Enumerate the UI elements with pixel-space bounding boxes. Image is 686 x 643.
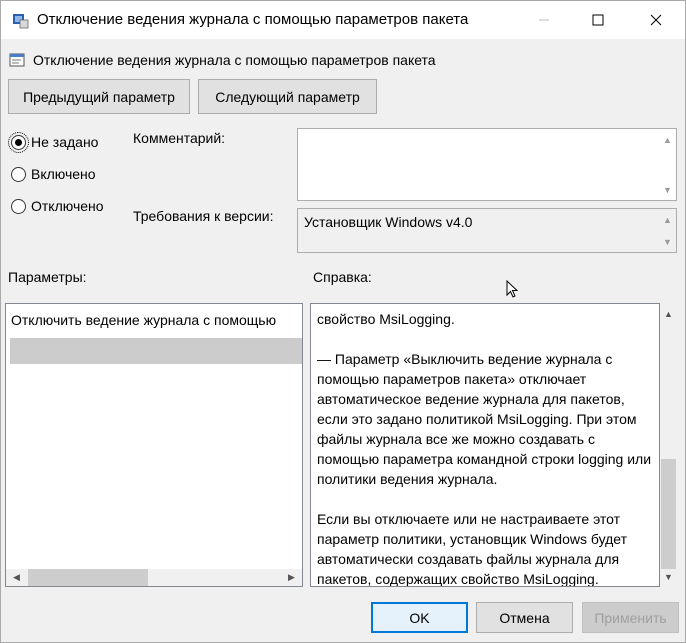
- next-setting-button[interactable]: Следующий параметр: [198, 79, 377, 114]
- param-item: Отключить ведение журнала с помощью: [11, 312, 277, 328]
- hscroll-thumb[interactable]: [28, 569, 148, 586]
- scroll-down-icon[interactable]: ▼: [660, 568, 677, 585]
- window-title: Отключение ведения журнала с помощью пар…: [37, 11, 469, 28]
- radio-label: Не задано: [31, 134, 99, 150]
- params-hscrollbar[interactable]: ◀ ▶: [6, 569, 302, 586]
- radio-disabled[interactable]: Отключено: [11, 198, 104, 214]
- params-label: Параметры:: [8, 269, 87, 285]
- maximize-icon: [592, 14, 604, 26]
- ok-button[interactable]: OK: [371, 602, 468, 633]
- previous-setting-button[interactable]: Предыдущий параметр: [8, 79, 190, 114]
- close-icon: [650, 14, 662, 26]
- comment-field[interactable]: ▲ ▼: [297, 128, 677, 201]
- setting-title: Отключение ведения журнала с помощью пар…: [33, 52, 436, 68]
- radio-label: Отключено: [31, 198, 104, 214]
- radio-label: Включено: [31, 166, 96, 182]
- minimize-icon: [539, 19, 549, 21]
- policy-editor-icon: [13, 14, 29, 29]
- radio-enabled[interactable]: Включено: [11, 166, 96, 182]
- help-text: свойство MsiLogging. — Параметр «Выключи…: [317, 309, 657, 587]
- help-paragraph: Если вы отключаете или не настраиваете э…: [317, 511, 628, 587]
- title-bar[interactable]: Отключение ведения журнала с помощью пар…: [1, 1, 685, 39]
- scroll-down-icon[interactable]: ▼: [659, 181, 676, 198]
- minimize-button[interactable]: [521, 1, 567, 39]
- param-row-selected[interactable]: [10, 338, 302, 364]
- version-label: Требования к версии:: [133, 208, 274, 224]
- apply-button: Применить: [582, 602, 679, 633]
- radio-dot: [11, 166, 26, 182]
- version-field: Установщик Windows v4.0 ▲ ▼: [297, 208, 677, 253]
- mouse-cursor-icon: [506, 280, 518, 298]
- help-panel[interactable]: свойство MsiLogging. — Параметр «Выключи…: [310, 303, 660, 587]
- help-paragraph: — Параметр «Выключить ведение журнала с …: [317, 351, 652, 487]
- params-panel[interactable]: Отключить ведение журнала с помощью ◀ ▶: [5, 303, 303, 587]
- radio-not-configured[interactable]: Не задано: [8, 131, 99, 153]
- comment-scrollbar[interactable]: ▲ ▼: [659, 129, 676, 200]
- cancel-button[interactable]: Отмена: [476, 602, 573, 633]
- scroll-right-icon[interactable]: ▶: [283, 569, 300, 586]
- vscroll-thumb[interactable]: [661, 459, 676, 569]
- help-label: Справка:: [313, 269, 372, 285]
- version-scrollbar[interactable]: ▲ ▼: [659, 209, 676, 252]
- policy-dialog: Отключение ведения журнала с помощью пар…: [0, 0, 686, 643]
- scroll-left-icon[interactable]: ◀: [8, 569, 25, 586]
- close-button[interactable]: [633, 1, 679, 39]
- maximize-button[interactable]: [575, 1, 621, 39]
- scroll-up-icon[interactable]: ▲: [660, 305, 677, 322]
- scroll-up-icon[interactable]: ▲: [659, 131, 676, 148]
- version-value: Установщик Windows v4.0: [304, 214, 473, 230]
- scroll-up-icon[interactable]: ▲: [659, 211, 676, 228]
- radio-dot-selected: [8, 131, 29, 153]
- radio-dot: [11, 198, 26, 214]
- help-paragraph: свойство MsiLogging.: [317, 311, 455, 327]
- help-vscrollbar[interactable]: ▲ ▼: [660, 303, 677, 587]
- scroll-down-icon[interactable]: ▼: [659, 233, 676, 250]
- comment-label: Комментарий:: [133, 130, 226, 146]
- setting-icon: [9, 53, 25, 67]
